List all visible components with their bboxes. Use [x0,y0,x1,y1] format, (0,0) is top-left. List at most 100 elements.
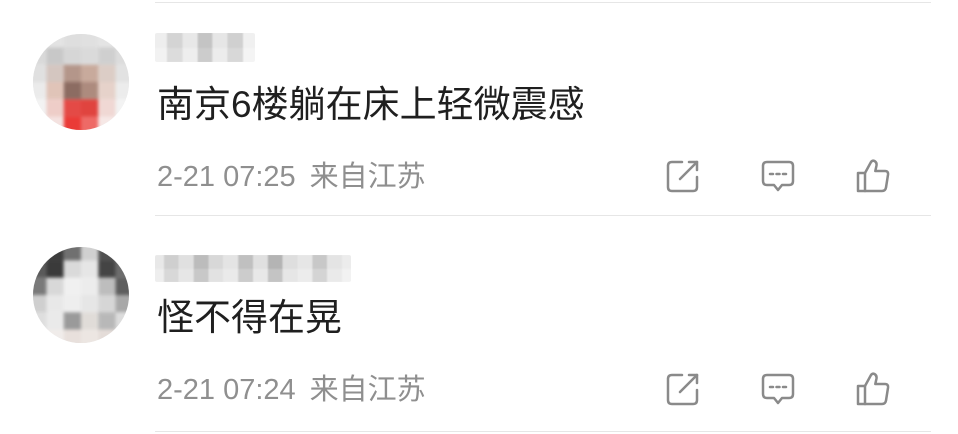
username-pixel [178,255,194,269]
avatar-pixel [98,47,116,65]
username-pixel [327,268,343,282]
avatar-image [33,247,129,343]
avatar-pixel [98,64,116,82]
avatar-pixel [33,47,47,65]
comment-meta: 2-21 07:24 来自江苏 [157,372,426,408]
username-blurred[interactable] [155,255,351,282]
avatar-pixel [33,116,47,130]
username-pixel [208,255,224,269]
comment-button[interactable] [760,371,796,407]
avatar-pixel [63,34,81,48]
avatar-pixel [33,329,47,343]
avatar-pixel [115,277,129,295]
avatar-pixel [33,34,47,48]
username-pixel [282,255,298,269]
username-pixel [155,268,164,282]
username-pixel [193,255,209,269]
avatar-pixel [115,64,129,82]
username-pixel [253,255,268,269]
username-pixel [163,268,179,282]
username-pixel [155,255,164,269]
avatar-pixel [115,47,129,65]
comment-time: 2-21 07:24 [157,374,296,406]
avatar-pixel [115,34,129,48]
avatar-pixel [33,295,47,313]
avatar[interactable] [33,34,129,130]
avatar-pixel [81,312,99,330]
username-pixel [297,268,313,282]
username-pixel [182,47,198,62]
comment-location: 来自江苏 [309,161,426,193]
username-pixel [193,268,209,282]
forward-button[interactable] [665,158,701,194]
avatar[interactable] [33,247,129,343]
username-pixel [312,255,328,269]
forward-button[interactable] [665,371,701,407]
avatar-pixel [46,64,64,82]
username-pixel [312,268,328,282]
avatar-pixel [81,260,99,278]
username-pixel [178,268,194,282]
comment-button[interactable] [760,158,796,194]
avatar-pixel [63,116,81,130]
username-pixel [155,33,168,48]
comment-item: 南京6楼躺在床上轻微震感 2-21 07:25 来自江苏 [0,0,958,214]
avatar-pixel [115,329,129,343]
avatar-pixel [115,295,129,313]
username-pixel [267,255,283,269]
avatar-pixel [46,295,64,313]
avatar-pixel [81,34,99,48]
avatar-pixel [98,295,116,313]
comment-text: 怪不得在晃 [157,297,342,338]
avatar-pixel [63,82,81,100]
like-button[interactable] [855,158,891,194]
comment-icon [761,373,795,405]
avatar-pixel [98,329,116,343]
avatar-pixel [46,260,64,278]
username-pixel [208,268,224,282]
avatar-pixel [33,247,47,261]
username-pixel [253,268,268,282]
comment-time: 2-21 07:25 [157,161,296,193]
avatar-pixel [46,47,64,65]
username-blurred[interactable] [155,33,255,62]
avatar-pixel [81,295,99,313]
like-button[interactable] [855,371,891,407]
username-pixel [227,33,243,48]
avatar-pixel [98,82,116,100]
username-pixel [197,33,213,48]
avatar-pixel [46,329,64,343]
avatar-pixel [98,312,116,330]
username-pixel [182,33,198,48]
username-pixel [223,268,239,282]
avatar-pixel [115,260,129,278]
avatar-pixel [46,277,64,295]
avatar-pixel [63,64,81,82]
username-pixel [163,255,179,269]
avatar-pixel [115,99,129,117]
avatar-pixel [46,34,64,48]
avatar-pixel [46,312,64,330]
avatar-image [33,34,129,130]
like-icon [856,159,890,193]
username-pixel [212,33,228,48]
avatar-pixel [98,116,116,130]
avatar-pixel [63,329,81,343]
username-pixel [267,268,283,282]
username-pixel [227,47,243,62]
comment-location: 来自江苏 [309,374,426,406]
avatar-pixel [46,116,64,130]
username-pixel [327,255,343,269]
avatar-pixel [33,82,47,100]
avatar-pixel [81,82,99,100]
avatar-pixel [63,295,81,313]
avatar-pixel [63,260,81,278]
avatar-pixel [63,47,81,65]
avatar-pixel [33,260,47,278]
username-pixel [223,255,239,269]
avatar-pixel [115,82,129,100]
username-pixel [212,47,228,62]
avatar-pixel [46,99,64,117]
avatar-pixel [46,82,64,100]
avatar-pixel [98,277,116,295]
